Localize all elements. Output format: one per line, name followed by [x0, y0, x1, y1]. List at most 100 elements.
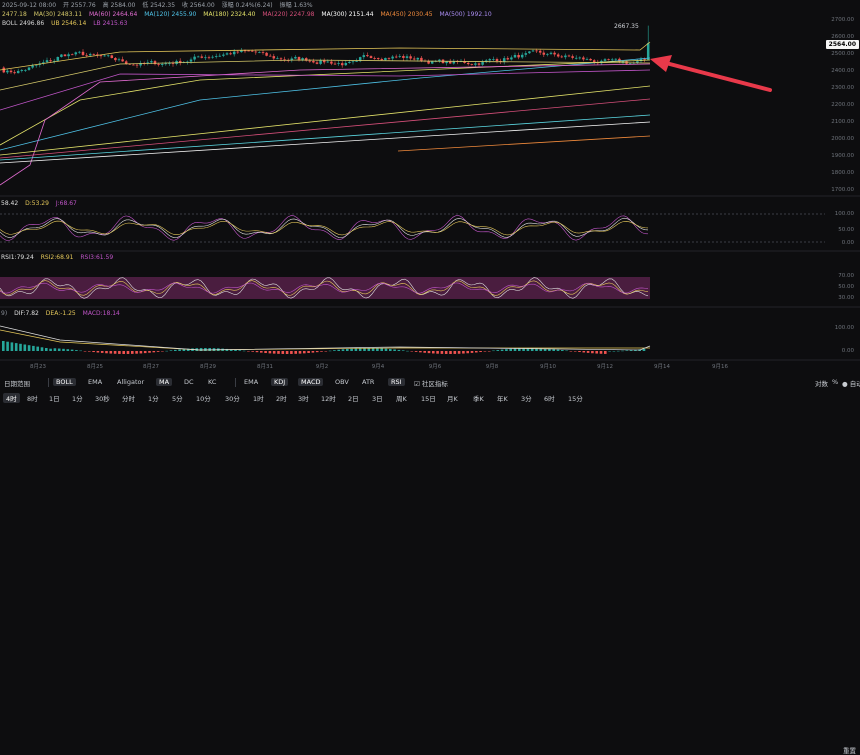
interval-option[interactable]: 年K: [497, 393, 508, 403]
indicator-kc[interactable]: KC: [208, 378, 216, 386]
macd-bar: [612, 350, 616, 352]
candle-body: [2, 67, 6, 73]
candle-body: [574, 57, 578, 59]
macd-bar: [565, 350, 568, 352]
candle-body: [528, 51, 531, 54]
candle-body: [49, 60, 52, 62]
interval-option[interactable]: 12时: [321, 393, 336, 403]
date-range-button[interactable]: 日期范围: [4, 378, 30, 388]
candle-body: [60, 54, 63, 57]
community-indicators-button[interactable]: ☑ 社区指标: [414, 378, 448, 388]
macd-bar: [492, 350, 495, 352]
interval-option[interactable]: 4时: [3, 393, 20, 403]
candle-body: [542, 52, 546, 55]
macd-bar: [608, 350, 611, 352]
percent-toggle[interactable]: %: [832, 378, 838, 386]
price-chart[interactable]: [0, 0, 860, 375]
interval-option[interactable]: 15日: [421, 393, 436, 403]
sub-indicator-atr[interactable]: ATR: [362, 378, 374, 386]
log-scale-toggle[interactable]: 对数: [815, 378, 828, 388]
macd-bar: [307, 351, 310, 354]
sub-indicator-ema[interactable]: EMA: [244, 378, 258, 386]
macd-bar: [14, 343, 18, 351]
candle-body: [621, 61, 625, 63]
macd-bar: [423, 351, 426, 353]
interval-option[interactable]: 2时: [276, 393, 287, 403]
candle-body: [229, 53, 232, 55]
macd-bar: [268, 351, 272, 354]
interval-option[interactable]: 30秒: [95, 393, 110, 403]
candle-body: [636, 61, 639, 63]
candle-body: [380, 59, 384, 61]
interval-option[interactable]: 6时: [544, 393, 555, 403]
sub-indicator-rsi[interactable]: RSI: [388, 378, 405, 386]
interval-option[interactable]: 月K: [447, 393, 458, 403]
candle-body: [225, 53, 229, 55]
interval-option[interactable]: 季K: [473, 393, 484, 403]
interval-option[interactable]: 3分: [521, 393, 532, 403]
auto-scale-toggle[interactable]: ● 自动: [842, 378, 860, 388]
macd-bar: [298, 351, 302, 354]
indicator-ema[interactable]: EMA: [88, 378, 102, 386]
indicator-dc[interactable]: DC: [184, 378, 194, 386]
sub-indicator-kdj[interactable]: KDJ: [271, 378, 289, 386]
macd-bar: [178, 349, 181, 351]
interval-option[interactable]: 1日: [49, 393, 60, 403]
community-label: 社区指标: [421, 380, 448, 388]
macd-bar: [500, 349, 504, 351]
candle-body: [24, 69, 27, 71]
candle-body: [643, 59, 646, 60]
interval-option[interactable]: 2日: [348, 393, 359, 403]
macd-bar: [328, 350, 332, 352]
interval-option[interactable]: 分时: [122, 393, 135, 403]
interval-option[interactable]: 8时: [27, 393, 38, 403]
last-price-tag: 2564.00: [825, 40, 859, 49]
candle-body: [157, 64, 160, 65]
macd-bar: [126, 351, 130, 354]
candle-body: [153, 61, 157, 65]
candle-body: [492, 59, 495, 60]
candle-body: [13, 72, 16, 74]
candle-body: [160, 63, 164, 65]
candle-body: [384, 57, 387, 61]
candle-body: [20, 69, 24, 71]
kdj-label: 58.42 D:53.29 J:68.67: [1, 200, 77, 207]
indicator-alligator[interactable]: Alligator: [117, 378, 144, 386]
interval-option[interactable]: 周K: [396, 393, 407, 403]
interval-option[interactable]: 10分: [196, 393, 211, 403]
arrow-annotation: [650, 55, 772, 92]
candle-body: [373, 57, 376, 59]
indicator-ma[interactable]: MA: [156, 378, 173, 386]
interval-option[interactable]: 1分: [72, 393, 83, 403]
price-tick: 2700.00: [831, 17, 854, 23]
macd-bar: [436, 351, 439, 354]
interval-option[interactable]: 3日: [372, 393, 383, 403]
macd-bar: [109, 351, 113, 354]
candle-body: [549, 52, 553, 54]
macd-label: 9) DIF:7.82 DEA:-1.25 MACD:18.14: [1, 310, 120, 317]
macd-bar: [88, 351, 91, 352]
macd-bar: [32, 345, 35, 351]
candle-body: [578, 57, 582, 59]
macd-bar: [449, 351, 452, 354]
interval-option[interactable]: 5分: [172, 393, 183, 403]
interval-option[interactable]: 1时: [253, 393, 264, 403]
candle-body: [236, 51, 240, 53]
indicator-boll[interactable]: BOLL: [53, 378, 76, 386]
candle-body: [171, 63, 175, 65]
candle-body: [265, 52, 268, 56]
candle-body: [405, 56, 409, 58]
interval-toolbar: 4时 8时 1日 1分 30秒 分时 1分 5分 10分 30分 1时 2时 3时 12时 2日 3日 周K 15…: [0, 392, 860, 405]
candle-body: [333, 63, 337, 65]
candle-body: [92, 53, 96, 55]
sub-indicator-macd[interactable]: MACD: [298, 378, 324, 386]
interval-option[interactable]: 30分: [225, 393, 240, 403]
macd-bar: [6, 341, 9, 351]
interval-option[interactable]: 15分: [568, 393, 583, 403]
reset-button[interactable]: 重置: [843, 745, 856, 755]
sub-indicator-obv[interactable]: OBV: [335, 378, 349, 386]
interval-option[interactable]: 1分: [148, 393, 159, 403]
interval-option[interactable]: 3时: [298, 393, 309, 403]
candle-body: [103, 55, 106, 57]
macd-bar: [122, 351, 125, 354]
